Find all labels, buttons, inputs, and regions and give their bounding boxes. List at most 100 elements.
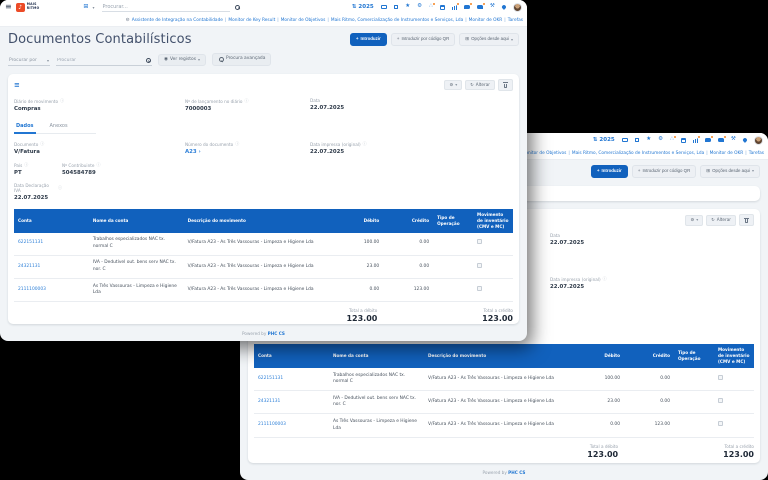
record-search-input[interactable]	[57, 58, 137, 63]
table-row: 24321131 IVA - Dedutível out. bens serv …	[254, 391, 754, 414]
gear-icon[interactable]: ⚙	[658, 137, 663, 143]
delete-button[interactable]	[739, 214, 754, 226]
gear-icon[interactable]: ⚙	[417, 4, 422, 10]
quicklink[interactable]: Tarefas	[743, 151, 764, 156]
country-value: PT	[14, 170, 62, 176]
pin-icon[interactable]	[502, 5, 506, 9]
col-tipo-operacao: Tipo de Operação	[433, 209, 473, 233]
quicklink[interactable]: Monitor de Objetivos	[275, 18, 325, 23]
search-by-select[interactable]: Procurar por▾	[8, 56, 50, 66]
card-settings-button[interactable]: ⚙▾	[444, 80, 462, 90]
inventory-checkbox[interactable]	[718, 421, 723, 426]
quicklink[interactable]: Monitor de OKR	[704, 151, 743, 156]
introduce-button[interactable]: +Introduzir	[350, 33, 387, 46]
menu-icon[interactable]: ≡	[5, 3, 12, 11]
quicklink[interactable]: Mais Ritmo, Comercialização de Instrumen…	[566, 151, 704, 156]
search-icon[interactable]	[234, 4, 240, 10]
info-icon[interactable]: ⓘ	[603, 276, 607, 282]
nif-label: Nº Contribuinteⓘ	[62, 162, 234, 168]
account-link[interactable]: 24321131	[14, 255, 89, 278]
chart-icon[interactable]	[452, 5, 457, 10]
monitor-icon[interactable]	[622, 138, 628, 143]
info-icon[interactable]: ⓘ	[60, 98, 64, 104]
total-credit-value: 123.00	[482, 314, 513, 323]
search-icon[interactable]	[145, 57, 151, 63]
quicklink[interactable]: Mais Ritmo, Comercialização de Instrumen…	[325, 18, 463, 23]
chat-icon[interactable]	[464, 5, 470, 9]
notification-badge	[456, 2, 460, 6]
chart-icon[interactable]	[693, 138, 698, 143]
table-row: 622151131 Trabalhos especializados NAC t…	[254, 368, 754, 391]
phc-brand-link[interactable]: PHC CS	[508, 470, 525, 475]
col-conta: Conta	[14, 209, 89, 233]
info-icon[interactable]: ⓘ	[363, 141, 367, 147]
account-link[interactable]: 2111100003	[254, 414, 329, 437]
printed-date-value: 22.07.2025	[550, 284, 754, 290]
monitor-icon[interactable]	[381, 5, 387, 10]
card-settings-button[interactable]: ⚙▾	[685, 215, 703, 225]
info-icon[interactable]: ⓘ	[24, 162, 28, 168]
advanced-search-button[interactable]: Procura avançada	[212, 53, 271, 66]
wrench-icon[interactable]: ⚒	[731, 137, 736, 143]
pin-icon[interactable]	[743, 138, 747, 142]
col-debito: Débito	[569, 344, 624, 368]
forum-icon[interactable]	[477, 5, 483, 9]
journal-value: Compras	[14, 106, 185, 112]
phc-brand-link[interactable]: PHC CS	[268, 331, 285, 336]
fiscal-year-selector[interactable]: ⇅ 2025	[593, 137, 615, 143]
alter-button[interactable]: ↻ Alterar	[465, 80, 495, 90]
star-icon[interactable]: ★	[646, 137, 651, 143]
quicklink[interactable]: Tarefas	[502, 18, 523, 23]
info-icon[interactable]: ⓘ	[235, 141, 239, 147]
info-icon[interactable]: ⓘ	[58, 185, 62, 191]
wrench-icon[interactable]: ⚒	[490, 4, 495, 10]
info-icon[interactable]: ⓘ	[244, 98, 248, 104]
delete-button[interactable]	[498, 79, 513, 91]
desktop: ≡ ♪ MAIS RITMO ⊞ ▾ ⇅ 2025 ★ ⚙ ∴	[0, 0, 768, 480]
inventory-checkbox[interactable]	[477, 239, 482, 244]
calendar-icon[interactable]	[681, 138, 686, 143]
window-icon[interactable]	[635, 138, 640, 143]
info-icon[interactable]: ⓘ	[40, 141, 44, 147]
star-icon[interactable]: ★	[405, 4, 410, 10]
card-menu-icon[interactable]: ≡	[14, 82, 20, 89]
introduce-button[interactable]: +Introduzir	[591, 165, 628, 178]
window-icon[interactable]	[394, 5, 399, 10]
quicklink[interactable]: Monitor de OKR	[463, 18, 502, 23]
printed-date-value: 22.07.2025	[310, 149, 513, 155]
inventory-checkbox[interactable]	[718, 375, 723, 380]
inventory-checkbox[interactable]	[477, 263, 482, 268]
col-descricao: Descrição do movimento	[424, 344, 569, 368]
account-link[interactable]: 622151131	[254, 368, 329, 391]
fiscal-year-selector[interactable]: ⇅ 2025	[352, 4, 374, 10]
apps-grid-icon[interactable]: ⊞	[83, 4, 88, 10]
share-icon[interactable]: ∴	[670, 137, 674, 143]
alter-button[interactable]: ↻ Alterar	[706, 215, 736, 225]
account-link[interactable]: 24321131	[254, 391, 329, 414]
info-icon[interactable]: ⓘ	[96, 162, 100, 168]
options-button[interactable]: ⊞Opções desde aqui▾	[459, 33, 519, 46]
inventory-checkbox[interactable]	[718, 398, 723, 403]
tab-dados[interactable]: Dados	[14, 121, 36, 134]
document-value: V/Fatura	[14, 149, 185, 155]
total-debit-value: 123.00	[346, 314, 377, 323]
inventory-checkbox[interactable]	[477, 286, 482, 291]
introduce-qr-button[interactable]: +Introduzir por código QR	[391, 33, 456, 46]
forum-icon[interactable]	[718, 138, 724, 142]
calendar-icon[interactable]	[440, 5, 445, 10]
quicklink[interactable]: Monitor de Key Result	[223, 18, 275, 23]
account-link[interactable]: 2111100003	[14, 279, 89, 302]
avatar[interactable]	[754, 136, 763, 145]
account-link[interactable]: 622151131	[14, 233, 89, 256]
quicklink[interactable]: Assistente de Integração na Contabilidad…	[132, 18, 223, 23]
avatar[interactable]	[513, 3, 522, 12]
tab-anexos[interactable]: Anexos	[48, 121, 70, 133]
introduce-qr-button[interactable]: +Introduzir por código QR	[632, 165, 697, 178]
chat-icon[interactable]	[705, 138, 711, 142]
document-number-link[interactable]: A23 ›	[185, 149, 310, 155]
app-logo[interactable]: ♪ MAIS RITMO	[16, 3, 40, 12]
options-button[interactable]: ⊞Opções desde aqui▾	[700, 165, 760, 178]
view-records-button[interactable]: ◉Ver registos▾	[158, 54, 206, 66]
global-search-input[interactable]	[102, 2, 230, 11]
share-icon[interactable]: ∴	[429, 4, 433, 10]
